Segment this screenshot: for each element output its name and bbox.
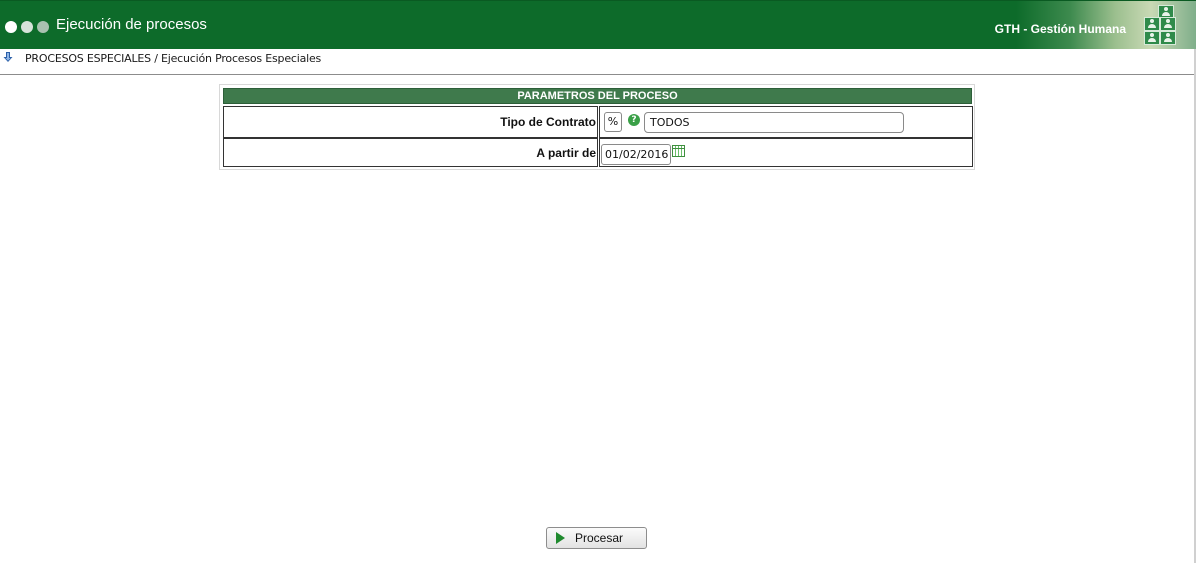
panel-title: PARAMETROS DEL PROCESO (223, 88, 972, 104)
breadcrumb: PROCESOS ESPECIALES / Ejecución Procesos… (0, 49, 1196, 75)
calendar-icon[interactable] (672, 145, 685, 157)
page-title: Ejecución de procesos (56, 16, 207, 33)
people-icon (1128, 5, 1186, 45)
dot-icon (37, 21, 49, 33)
person-icon (1160, 31, 1176, 45)
app-header: Ejecución de procesos GTH - Gestión Huma… (0, 0, 1196, 49)
arrow-down-icon (3, 52, 13, 62)
help-icon[interactable]: ? (628, 114, 640, 126)
start-date-value-cell: 01/02/2016 (599, 138, 973, 167)
play-icon (556, 532, 565, 544)
dot-icon (21, 21, 33, 33)
start-date-label-cell: A partir de (223, 138, 598, 167)
person-icon (1144, 31, 1160, 45)
person-icon (1160, 17, 1176, 31)
module-name: GTH - Gestión Humana (994, 22, 1126, 36)
window-dots (5, 21, 51, 33)
person-icon (1144, 17, 1160, 31)
contract-type-code-input[interactable]: % (604, 112, 622, 132)
process-button-label: Procesar (575, 531, 624, 545)
contract-type-value-cell: % ? TODOS (599, 106, 973, 138)
page: Ejecución de procesos GTH - Gestión Huma… (0, 0, 1196, 563)
start-date-label: A partir de (536, 146, 596, 160)
process-button[interactable]: Procesar (546, 527, 647, 549)
contract-type-label-cell: Tipo de Contrato (223, 106, 598, 138)
parameters-panel: PARAMETROS DEL PROCESO Tipo de Contrato … (219, 84, 975, 170)
dot-icon (5, 21, 17, 33)
start-date-input[interactable]: 01/02/2016 (601, 144, 671, 165)
breadcrumb-path[interactable]: PROCESOS ESPECIALES / Ejecución Procesos… (25, 52, 321, 65)
contract-type-label: Tipo de Contrato (500, 115, 596, 129)
contract-type-description-field[interactable]: TODOS (644, 112, 904, 133)
